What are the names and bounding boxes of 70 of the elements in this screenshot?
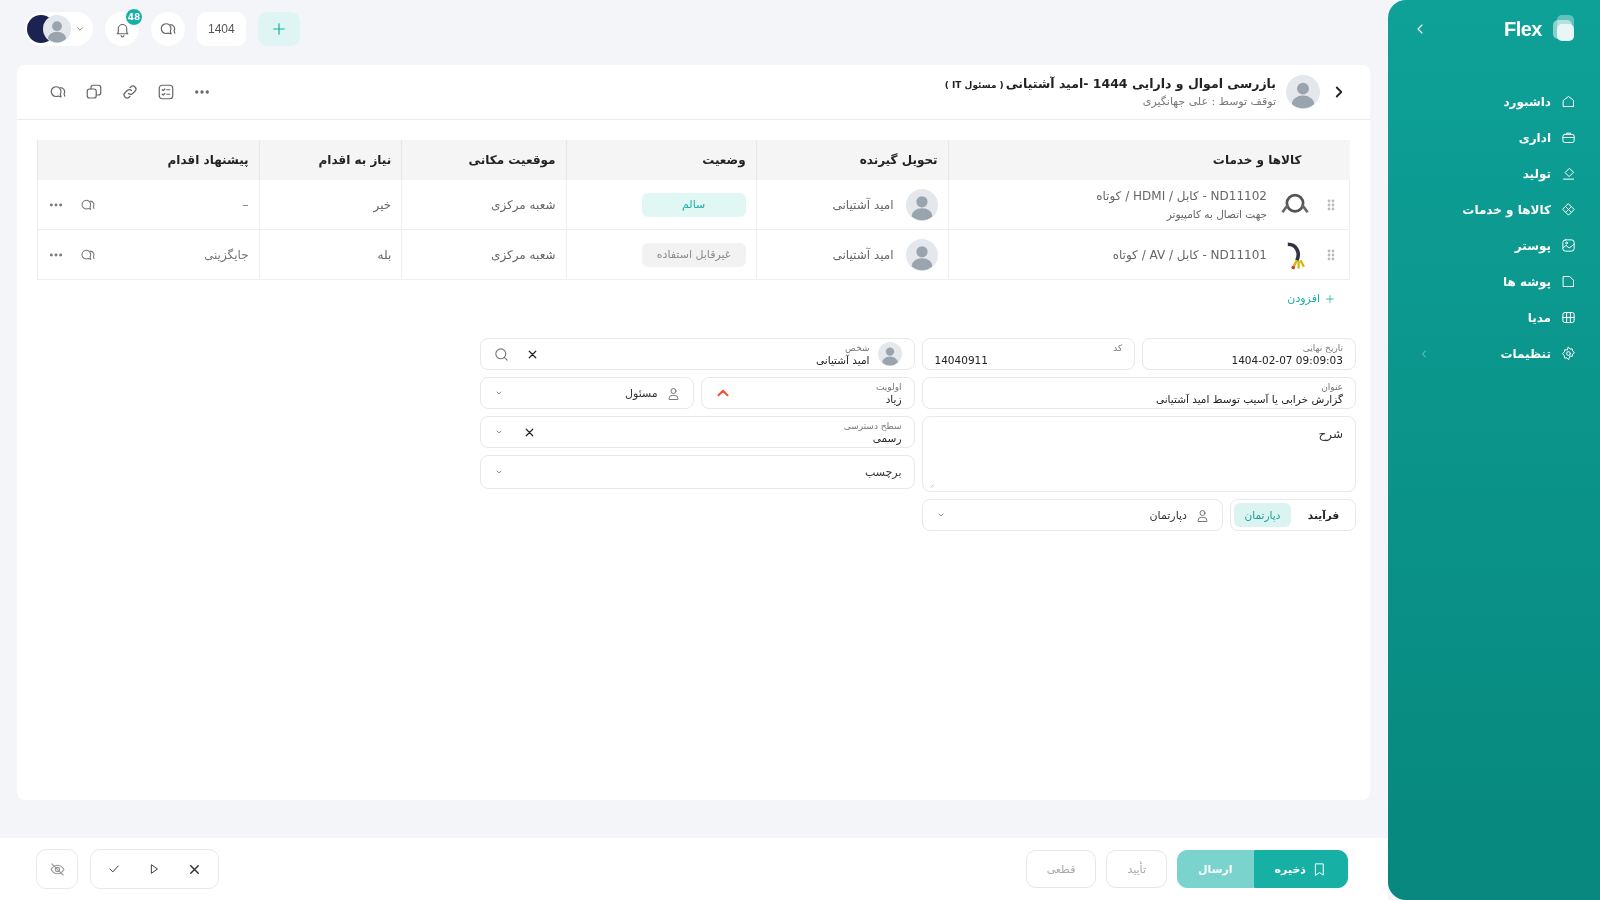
- sidebar-item[interactable]: مدیا: [1388, 308, 1600, 327]
- department-select[interactable]: دپارتمان: [921, 499, 1223, 531]
- sidebar-item[interactable]: تنظیمات: [1388, 344, 1600, 363]
- status-badge: غیرقابل استفاده: [641, 242, 746, 267]
- status-badge: سالم: [641, 192, 746, 217]
- table-cell: شعبه مرکزی: [401, 180, 566, 230]
- bookmark-icon: [1312, 861, 1327, 877]
- sidebar-item[interactable]: تولید: [1388, 164, 1600, 183]
- grid-icon: [1561, 310, 1576, 325]
- suggestion-text: جایگزینی: [204, 247, 249, 262]
- column-header: کالاها و خدمات: [948, 140, 1350, 180]
- avatar: [905, 188, 938, 221]
- search-icon[interactable]: [493, 345, 510, 363]
- eye-off-icon: [48, 860, 66, 878]
- chat-button[interactable]: [151, 12, 185, 46]
- column-header: نیاز به اقدام: [259, 140, 402, 180]
- table-cell: بله: [259, 229, 402, 280]
- avatar: [43, 15, 71, 43]
- copy-icon[interactable]: [85, 83, 103, 101]
- recipient-name: امید آشتیانی: [832, 197, 894, 212]
- title-note: ( مسئول IT ): [944, 80, 1004, 90]
- sidebar-item[interactable]: داشبورد: [1388, 92, 1600, 111]
- avatar: [877, 342, 902, 366]
- person-field[interactable]: شخص امید آشتیانی: [480, 338, 915, 370]
- plus-icon: [1324, 292, 1336, 305]
- recipient-name: امید آشتیانی: [832, 247, 894, 262]
- add-link[interactable]: افزودن: [1287, 292, 1336, 305]
- description-field[interactable]: شرح: [921, 416, 1356, 492]
- task-subtitle: توقف توسط : علی جهانگیری: [1141, 95, 1276, 108]
- segment-option[interactable]: فرآیند: [1295, 503, 1352, 527]
- user-icon: [665, 385, 681, 401]
- folder-icon: [1561, 274, 1576, 289]
- tag-select[interactable]: برچسب: [480, 455, 915, 489]
- avatar: [905, 238, 938, 271]
- settings-icon: [1561, 346, 1576, 361]
- table-cell: شعبه مرکزی: [401, 229, 566, 280]
- title-field[interactable]: عنوان گزارش خرابی یا آسیب توسط امید آشتیانی: [921, 377, 1356, 409]
- user-icon: [1195, 507, 1210, 523]
- brush-icon: [1561, 166, 1576, 181]
- hide-button[interactable]: [36, 849, 78, 889]
- column-header: پیشنهاد اقدام: [37, 140, 260, 180]
- action-button[interactable]: ذخیره: [1253, 850, 1348, 888]
- segment-option[interactable]: دپارتمان: [1234, 503, 1291, 527]
- item-note: جهت اتصال به کامپیوتر: [1165, 208, 1267, 220]
- table-cell: خیر: [259, 180, 402, 230]
- responsible-select[interactable]: مسئول: [480, 377, 694, 409]
- column-header: وضعیت: [566, 140, 757, 180]
- image-icon: [1561, 238, 1576, 253]
- item-name: ND11101 - کابل / AV / کوتاه: [1112, 247, 1267, 262]
- column-header: تحویل گیرنده: [756, 140, 949, 180]
- link-icon[interactable]: [121, 83, 139, 101]
- priority-field[interactable]: اولویت زیاد: [700, 377, 915, 409]
- column-header: موقعیت مکانی: [401, 140, 566, 180]
- access-level-field[interactable]: سطح دسترسی رسمی: [480, 416, 915, 448]
- sidebar-item[interactable]: پوستر: [1388, 236, 1600, 255]
- task-title: بازرسی اموال و دارایی 1444 -امید آشتیانی: [1005, 76, 1276, 91]
- notification-badge: 48: [125, 8, 143, 26]
- sidebar-item[interactable]: اداری: [1388, 128, 1600, 147]
- diamond-icon: [1561, 202, 1576, 217]
- avatar: [1286, 75, 1320, 109]
- sidebar-item[interactable]: پوشه ها: [1388, 272, 1600, 291]
- home-icon: [1561, 94, 1576, 109]
- sidebar-item[interactable]: کالاها و خدمات: [1388, 200, 1600, 219]
- briefcase-icon: [1561, 130, 1576, 145]
- checklist-icon[interactable]: [157, 83, 175, 101]
- account-switcher[interactable]: [25, 12, 93, 46]
- item-name: ND11102 - کابل / HDMI / کوتاه: [1096, 189, 1267, 203]
- year-button[interactable]: 1404: [197, 12, 246, 46]
- logo-text: Flex: [1503, 17, 1542, 41]
- suggestion-text: –: [242, 197, 249, 212]
